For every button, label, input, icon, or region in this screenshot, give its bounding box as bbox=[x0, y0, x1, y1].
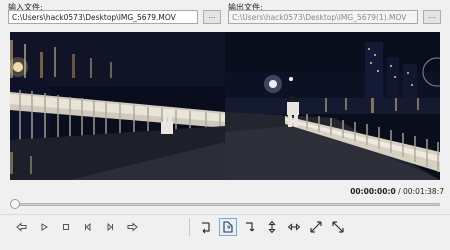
rotate-180-button[interactable] bbox=[241, 218, 259, 236]
toolbar-divider bbox=[0, 214, 450, 215]
play-icon bbox=[41, 223, 48, 231]
input-preview-frame bbox=[10, 32, 225, 180]
forward-icon bbox=[127, 222, 138, 232]
flip-horizontal-icon bbox=[287, 223, 301, 231]
rotate-left-button[interactable] bbox=[197, 218, 215, 236]
rewind-button[interactable] bbox=[15, 220, 29, 234]
output-video-frame-image bbox=[225, 32, 440, 180]
rotate-left-icon bbox=[202, 222, 210, 234]
next-frame-button[interactable] bbox=[103, 220, 117, 234]
seek-handle[interactable] bbox=[10, 199, 20, 209]
time-display: 00:00:00:0 / 00:01:38:7 bbox=[350, 187, 444, 196]
seek-bar[interactable] bbox=[12, 203, 440, 206]
previous-frame-button[interactable] bbox=[81, 220, 95, 234]
input-file-field[interactable]: C:\Users\hack0573\Desktop\IMG_5679.MOV bbox=[8, 10, 198, 24]
rotate-180-icon bbox=[246, 222, 255, 232]
rotate-right-button[interactable] bbox=[219, 218, 237, 236]
transpose-button[interactable] bbox=[307, 218, 325, 236]
output-preview-frame bbox=[225, 32, 440, 180]
time-separator: / bbox=[395, 187, 404, 196]
previous-frame-icon bbox=[85, 222, 91, 232]
transpose-icon bbox=[310, 221, 322, 233]
flip-vertical-button[interactable] bbox=[263, 218, 281, 236]
input-video-frame-image bbox=[10, 32, 225, 180]
input-browse-button[interactable]: ... bbox=[203, 10, 221, 24]
total-time: 00:01:38:7 bbox=[403, 187, 444, 196]
rotate-right-icon bbox=[223, 221, 233, 233]
video-preview bbox=[10, 32, 440, 180]
transverse-icon bbox=[332, 221, 344, 233]
flip-vertical-icon bbox=[268, 220, 276, 234]
stop-icon bbox=[63, 224, 69, 230]
play-button[interactable] bbox=[37, 220, 51, 234]
forward-button[interactable] bbox=[125, 220, 139, 234]
rewind-icon bbox=[16, 222, 27, 232]
transverse-button[interactable] bbox=[329, 218, 347, 236]
next-frame-icon bbox=[107, 222, 113, 232]
output-file-field[interactable]: C:\Users\hack0573\Desktop\IMG_5679(1).MO… bbox=[228, 10, 418, 24]
current-time: 00:00:00:0 bbox=[350, 187, 396, 196]
stop-button[interactable] bbox=[59, 220, 73, 234]
toolbar-separator bbox=[189, 218, 190, 236]
flip-horizontal-button[interactable] bbox=[285, 218, 303, 236]
output-browse-button[interactable]: ... bbox=[423, 10, 441, 24]
